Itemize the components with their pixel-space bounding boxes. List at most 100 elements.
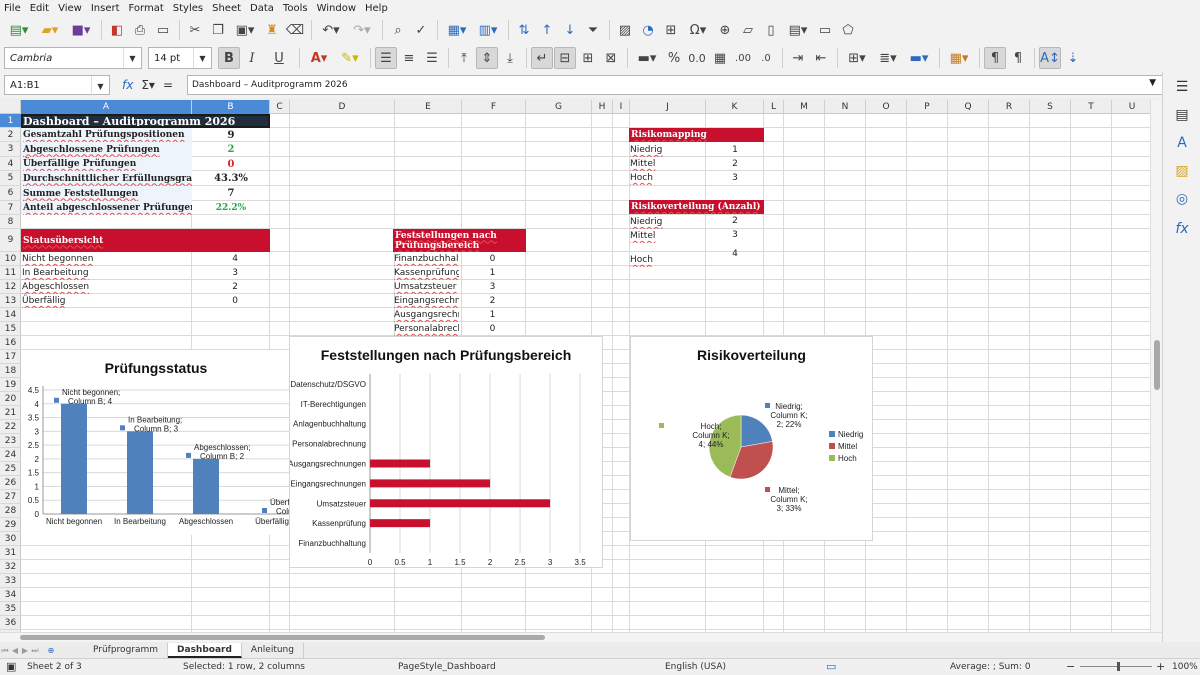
kpi-label[interactable]: Abgeschlossene Prüfungen	[21, 142, 192, 157]
merge-cells-icon[interactable]: ⊞	[577, 47, 599, 69]
next-sheet-icon[interactable]: ▶	[20, 646, 30, 655]
status-value[interactable]: 0	[192, 294, 270, 308]
delete-decimal-icon[interactable]: .0	[755, 47, 777, 69]
column-header-u[interactable]: U	[1112, 100, 1150, 114]
navigator-icon[interactable]: ◎	[1171, 188, 1193, 210]
row-header-16[interactable]: 16	[0, 336, 21, 350]
row-header-34[interactable]: 34	[0, 588, 21, 602]
row-header-13[interactable]: 13	[0, 294, 21, 308]
language[interactable]: English (USA)	[665, 662, 726, 672]
kpi-label[interactable]: Anteil abgeschlossener Prüfungen	[21, 201, 192, 215]
document-modified-icon[interactable]: ▣	[6, 660, 16, 673]
risk-distribution-value[interactable]: 3	[706, 228, 764, 242]
horizontal-scrollbar[interactable]	[0, 632, 1162, 642]
risk-mapping-value[interactable]: 2	[706, 157, 764, 171]
formula-input[interactable]: Dashboard – Auditprogramm 2026	[187, 75, 1174, 95]
row-header-31[interactable]: 31	[0, 546, 21, 560]
sum-icon[interactable]: Σ▾	[141, 78, 155, 92]
clone-formatting-icon[interactable]: ♜	[261, 19, 283, 41]
align-center-icon[interactable]: ≡	[398, 47, 420, 69]
findings-label[interactable]: Eingangsrechnungen	[394, 294, 459, 308]
column-header-k[interactable]: K	[706, 100, 764, 114]
findings-label[interactable]: Personalabrechnung	[394, 322, 459, 336]
column-header-c[interactable]: C	[270, 100, 290, 114]
column-header-f[interactable]: F	[462, 100, 526, 114]
sort-ascending-icon[interactable]: ↑	[536, 19, 558, 41]
name-box[interactable]: A1:B1 ▼	[4, 75, 110, 96]
paste-icon[interactable]: ▣▾	[230, 19, 260, 41]
column-header-a[interactable]: A	[21, 100, 192, 114]
underline-button[interactable]: U	[264, 47, 294, 69]
chevron-down-icon[interactable]: ▼	[91, 76, 109, 96]
kpi-value[interactable]: 43.3%	[192, 171, 270, 186]
menu-item-tools[interactable]: Tools	[283, 3, 308, 14]
risk-distribution-label[interactable]: Hoch	[630, 253, 706, 267]
kpi-value[interactable]: 2	[192, 142, 270, 157]
column-header-s[interactable]: S	[1030, 100, 1071, 114]
row-header-14[interactable]: 14	[0, 308, 21, 322]
column-header-i[interactable]: I	[613, 100, 630, 114]
font-size-select[interactable]: 14 pt ▼	[148, 47, 212, 69]
risk-distribution-label[interactable]: Niedrig	[630, 215, 706, 229]
findings-chart[interactable]: Feststellungen nach Prüfungsbereich 0 0.5…	[289, 336, 603, 568]
tab-anleitung[interactable]: Anleitung	[242, 643, 304, 658]
row-header-22[interactable]: 22	[0, 420, 21, 434]
spellcheck-icon[interactable]: ✓	[410, 19, 432, 41]
date-format-icon[interactable]: ▦	[709, 47, 731, 69]
row-header-7[interactable]: 7	[0, 201, 21, 215]
highlight-color-icon[interactable]: ✎▾	[335, 47, 365, 69]
risk-chart[interactable]: Risikoverteilung Niedrig; Column K; 2; 22%…	[630, 336, 873, 541]
new-document-icon[interactable]: ▤▾	[4, 19, 34, 41]
risk-distribution-label[interactable]: Mittel	[630, 229, 706, 243]
menu-item-help[interactable]: Help	[365, 3, 388, 14]
tab-pruefprogramm[interactable]: Prüfprogramm	[84, 643, 169, 658]
last-sheet-icon[interactable]: ⏭	[30, 646, 40, 656]
unmerge-cells-icon[interactable]: ⊠	[600, 47, 622, 69]
previous-sheet-icon[interactable]: ◀	[10, 646, 20, 655]
row-header-12[interactable]: 12	[0, 280, 21, 294]
menu-item-styles[interactable]: Styles	[173, 3, 203, 14]
status-overview-header[interactable]: Statusübersicht	[21, 229, 270, 252]
align-left-icon[interactable]: ☰	[375, 47, 397, 69]
sort-descending-icon[interactable]: ↓	[559, 19, 581, 41]
font-name-select[interactable]: Cambria ▼	[4, 47, 142, 69]
column-header-j[interactable]: J	[630, 100, 706, 114]
status-label[interactable]: Überfällig	[22, 294, 192, 308]
row-header-8[interactable]: 8	[0, 215, 21, 229]
row-header-21[interactable]: 21	[0, 406, 21, 420]
menu-item-insert[interactable]: Insert	[91, 3, 120, 14]
column-header-q[interactable]: Q	[948, 100, 989, 114]
column-header-g[interactable]: G	[526, 100, 592, 114]
status-label[interactable]: Nicht begonnen	[22, 252, 192, 266]
page-style[interactable]: PageStyle_Dashboard	[398, 662, 496, 672]
status-value[interactable]: 4	[192, 252, 270, 266]
italic-button[interactable]: I	[241, 47, 263, 69]
column-header-m[interactable]: M	[784, 100, 825, 114]
kpi-label[interactable]: Überfällige Prüfungen	[21, 157, 192, 171]
zoom-level[interactable]: 100%	[1172, 662, 1198, 672]
findings-label[interactable]: Umsatzsteuer	[394, 280, 459, 294]
row-header-17[interactable]: 17	[0, 350, 21, 364]
chevron-down-icon[interactable]: ▼	[193, 48, 211, 68]
clear-formatting-icon[interactable]: ⌫	[284, 19, 306, 41]
text-orientation-horizontal-icon[interactable]: A↕	[1039, 47, 1061, 69]
selection-mode-icon[interactable]: ▭	[826, 660, 836, 673]
column-header-b[interactable]: B	[192, 100, 270, 114]
menu-item-view[interactable]: View	[58, 3, 82, 14]
row-header-27[interactable]: 27	[0, 490, 21, 504]
freeze-rows-icon[interactable]: ▭	[814, 19, 836, 41]
open-folder-icon[interactable]: ▰▾	[35, 19, 65, 41]
special-character-icon[interactable]: Ω▾	[683, 19, 713, 41]
dashboard-title-cell[interactable]: Dashboard – Auditprogramm 2026	[21, 114, 270, 128]
align-top-icon[interactable]: ⤒	[453, 47, 475, 69]
column-header-p[interactable]: P	[907, 100, 948, 114]
risk-mapping-label[interactable]: Niedrig	[630, 143, 706, 157]
merge-center-icon[interactable]: ⊟	[554, 47, 576, 69]
font-color-icon[interactable]: A▾	[304, 47, 334, 69]
autofilter-icon[interactable]: ⏷	[582, 19, 604, 41]
show-draw-functions-icon[interactable]: ⬠	[837, 19, 859, 41]
column-icon[interactable]: ▥▾	[473, 19, 503, 41]
comment-icon[interactable]: ▱	[737, 19, 759, 41]
risk-distribution-value[interactable]: 4	[706, 247, 764, 261]
redo-icon[interactable]: ↷▾	[347, 19, 377, 41]
